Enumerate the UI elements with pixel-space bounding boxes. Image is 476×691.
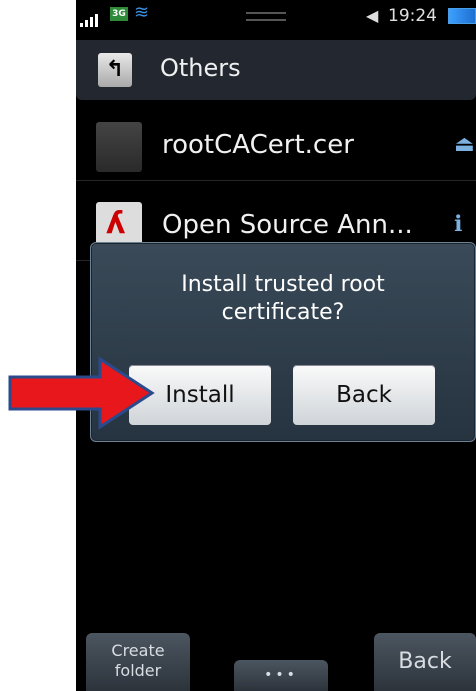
network-badge: 3G	[110, 7, 128, 21]
notification-handle[interactable]	[246, 12, 286, 21]
file-name: Open Source Ann...	[162, 210, 413, 240]
phone-screen: 3G ≋ ◀ 19:24 ↰ Others rootCACert.cer ⏏ ʎ…	[76, 0, 476, 691]
red-arrow-annotation	[8, 356, 155, 430]
dialog-message: Install trusted root certificate?	[91, 271, 475, 327]
bottom-back-button[interactable]: Back	[374, 633, 476, 691]
volume-icon: ◀	[366, 6, 379, 25]
status-bar: 3G ≋ ◀ 19:24	[76, 0, 476, 30]
list-item[interactable]: rootCACert.cer ⏏	[76, 110, 476, 181]
dialog-message-line1: Install trusted root	[181, 272, 385, 297]
battery-icon	[448, 8, 476, 24]
create-folder-label-line1: Create	[111, 641, 165, 660]
file-icon	[96, 122, 142, 172]
file-name: rootCACert.cer	[162, 130, 354, 160]
up-arrow-icon: ↰	[105, 57, 125, 82]
folder-title: Others	[160, 54, 241, 82]
clock: 19:24	[388, 6, 437, 26]
wifi-icon: ≋	[134, 2, 150, 23]
folder-header: ↰ Others	[76, 40, 476, 100]
arrow-shape	[8, 356, 155, 430]
install-icon[interactable]: ⏏	[454, 132, 475, 157]
up-folder-button[interactable]: ↰	[98, 53, 132, 87]
more-options-button[interactable]: •••	[234, 660, 328, 691]
info-icon[interactable]: ℹ	[454, 212, 462, 237]
create-folder-button[interactable]: Create folder	[86, 633, 190, 691]
signal-icon	[80, 8, 100, 27]
back-button[interactable]: Back	[293, 365, 435, 425]
create-folder-label-line2: folder	[114, 661, 162, 680]
dialog-message-line2: certificate?	[221, 300, 345, 325]
